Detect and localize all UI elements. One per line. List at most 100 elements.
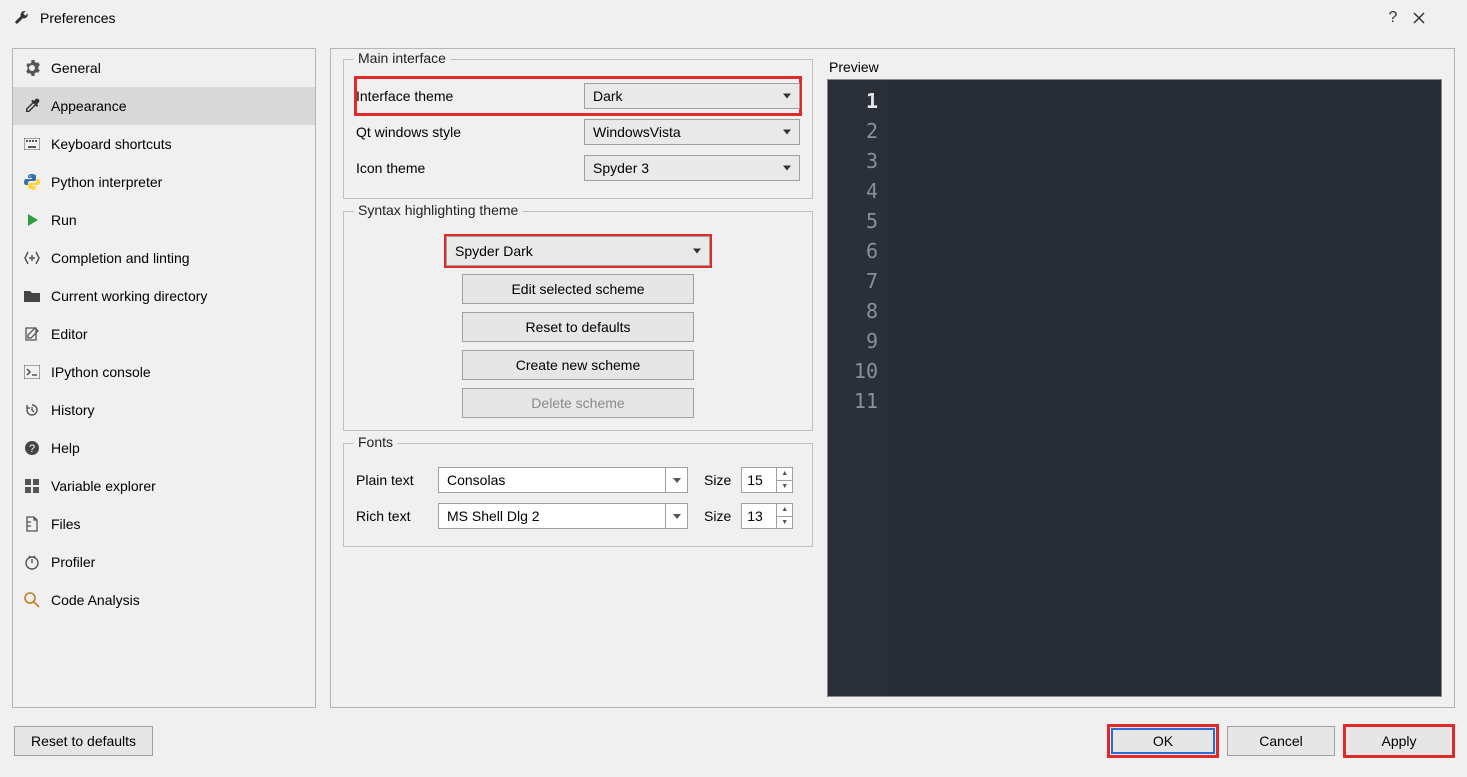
sidebar-item-keyboard-shortcuts[interactable]: Keyboard shortcuts [13,125,315,163]
size-label: Size [704,508,731,524]
combo-value: Consolas [447,472,505,488]
footer: Reset to defaults OK Cancel Apply [0,720,1467,762]
rich-text-font-combo[interactable]: MS Shell Dlg 2 [438,503,688,529]
sidebar-item-label: Variable explorer [51,478,156,494]
rich-text-label: Rich text [356,508,428,524]
help-button[interactable]: ? [1373,9,1413,27]
qt-style-combo[interactable]: WindowsVista [584,119,800,145]
sidebar-item-label: General [51,60,101,76]
svg-text:?: ? [29,443,35,455]
plain-text-size-spinner[interactable]: 15 ▲▼ [741,467,793,493]
syntax-highlighting-group: Syntax highlighting theme Spyder Dark Ed… [343,211,813,431]
line-number: 1 [828,86,878,116]
line-number: 9 [828,326,878,356]
chevron-down-icon [693,249,701,254]
sidebar-item-label: Editor [51,326,88,342]
line-number: 11 [828,386,878,416]
line-number: 5 [828,206,878,236]
sidebar-item-editor[interactable]: Editor [13,315,315,353]
line-number: 6 [828,236,878,266]
sidebar-item-cwd[interactable]: Current working directory [13,277,315,315]
sidebar-item-python-interpreter[interactable]: Python interpreter [13,163,315,201]
main-panel: Main interface Interface theme Dark Qt w… [330,48,1455,708]
sidebar-item-variable-explorer[interactable]: Variable explorer [13,467,315,505]
folder-icon [23,287,41,305]
preview-gutter: 1 2 3 4 5 6 7 8 9 10 11 [828,80,888,696]
spin-buttons[interactable]: ▲▼ [776,468,792,492]
preview-editor-area [888,80,1441,696]
apply-button[interactable]: Apply [1345,726,1453,756]
content-area: General Appearance Keyboard shortcuts Py… [0,36,1467,720]
preview-legend: Preview [827,59,1442,79]
help-icon: ? [23,439,41,457]
play-icon [23,211,41,229]
sidebar-item-label: Appearance [51,98,127,114]
chevron-down-icon [665,504,687,528]
combo-value: Dark [593,88,623,104]
sidebar-item-history[interactable]: History [13,391,315,429]
chevron-down-icon [783,130,791,135]
plain-text-label: Plain text [356,472,428,488]
sidebar-item-label: Current working directory [51,288,207,304]
titlebar: Preferences ? [0,0,1467,36]
cancel-button[interactable]: Cancel [1227,726,1335,756]
main-interface-group: Main interface Interface theme Dark Qt w… [343,59,813,199]
preview-column: Preview 1 2 3 4 5 6 7 8 9 10 11 [827,59,1442,697]
eyedropper-icon [23,97,41,115]
syntax-scheme-combo[interactable]: Spyder Dark [446,236,710,266]
delete-scheme-button: Delete scheme [462,388,694,418]
spin-value: 13 [742,504,776,528]
sidebar-item-run[interactable]: Run [13,201,315,239]
sidebar-item-label: Python interpreter [51,174,162,190]
chevron-down-icon [665,468,687,492]
sidebar-item-files[interactable]: Files [13,505,315,543]
combo-value: Spyder 3 [593,160,649,176]
spin-buttons[interactable]: ▲▼ [776,504,792,528]
sidebar-item-help[interactable]: ? Help [13,429,315,467]
combo-value: WindowsVista [593,124,681,140]
wrench-icon [14,10,30,26]
rich-text-size-spinner[interactable]: 13 ▲▼ [741,503,793,529]
sidebar-item-completion-linting[interactable]: Completion and linting [13,239,315,277]
fonts-group: Fonts Plain text Consolas Size 15 ▲▼ Ric… [343,443,813,547]
interface-theme-combo[interactable]: Dark [584,83,800,109]
edit-scheme-button[interactable]: Edit selected scheme [462,274,694,304]
icon-theme-row: Icon theme Spyder 3 [356,150,800,186]
create-scheme-button[interactable]: Create new scheme [462,350,694,380]
sidebar-item-profiler[interactable]: Profiler [13,543,315,581]
reset-scheme-button[interactable]: Reset to defaults [462,312,694,342]
line-number: 8 [828,296,878,326]
edit-icon [23,325,41,343]
interface-theme-row: Interface theme Dark [356,78,800,114]
sidebar-item-ipython-console[interactable]: IPython console [13,353,315,391]
settings-column: Main interface Interface theme Dark Qt w… [343,59,813,697]
sidebar-item-label: Completion and linting [51,250,190,266]
icon-theme-label: Icon theme [356,160,584,176]
interface-theme-label: Interface theme [356,88,584,104]
qt-style-label: Qt windows style [356,124,584,140]
sidebar-item-label: Code Analysis [51,592,140,608]
qt-style-row: Qt windows style WindowsVista [356,114,800,150]
ok-button-wrap: OK [1109,726,1217,756]
ok-button[interactable]: OK [1112,729,1214,753]
close-icon[interactable] [1413,12,1453,24]
search-code-icon [23,591,41,609]
combo-value: MS Shell Dlg 2 [447,508,540,524]
history-icon [23,401,41,419]
sidebar-item-appearance[interactable]: Appearance [13,87,315,125]
icon-theme-combo[interactable]: Spyder 3 [584,155,800,181]
group-legend: Fonts [354,434,397,450]
sidebar-item-label: Help [51,440,80,456]
sidebar-item-code-analysis[interactable]: Code Analysis [13,581,315,619]
sidebar-item-label: History [51,402,95,418]
clock-icon [23,553,41,571]
group-legend: Main interface [354,50,450,66]
chevron-down-icon [783,94,791,99]
plain-text-font-combo[interactable]: Consolas [438,467,688,493]
line-number: 4 [828,176,878,206]
grid-icon [23,477,41,495]
line-number: 7 [828,266,878,296]
sidebar-item-general[interactable]: General [13,49,315,87]
files-icon [23,515,41,533]
reset-defaults-button[interactable]: Reset to defaults [14,726,153,756]
